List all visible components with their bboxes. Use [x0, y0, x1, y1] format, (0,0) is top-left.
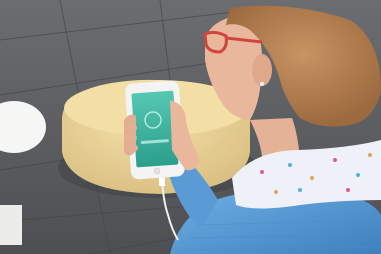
earring	[260, 82, 264, 86]
finger	[125, 124, 137, 132]
photo-scene	[0, 0, 381, 254]
phone-home-button	[153, 167, 161, 175]
white-side-table-base	[0, 205, 22, 245]
finger	[126, 144, 138, 152]
finger	[125, 134, 137, 142]
ear	[252, 54, 272, 86]
scene-illustration	[0, 0, 381, 254]
